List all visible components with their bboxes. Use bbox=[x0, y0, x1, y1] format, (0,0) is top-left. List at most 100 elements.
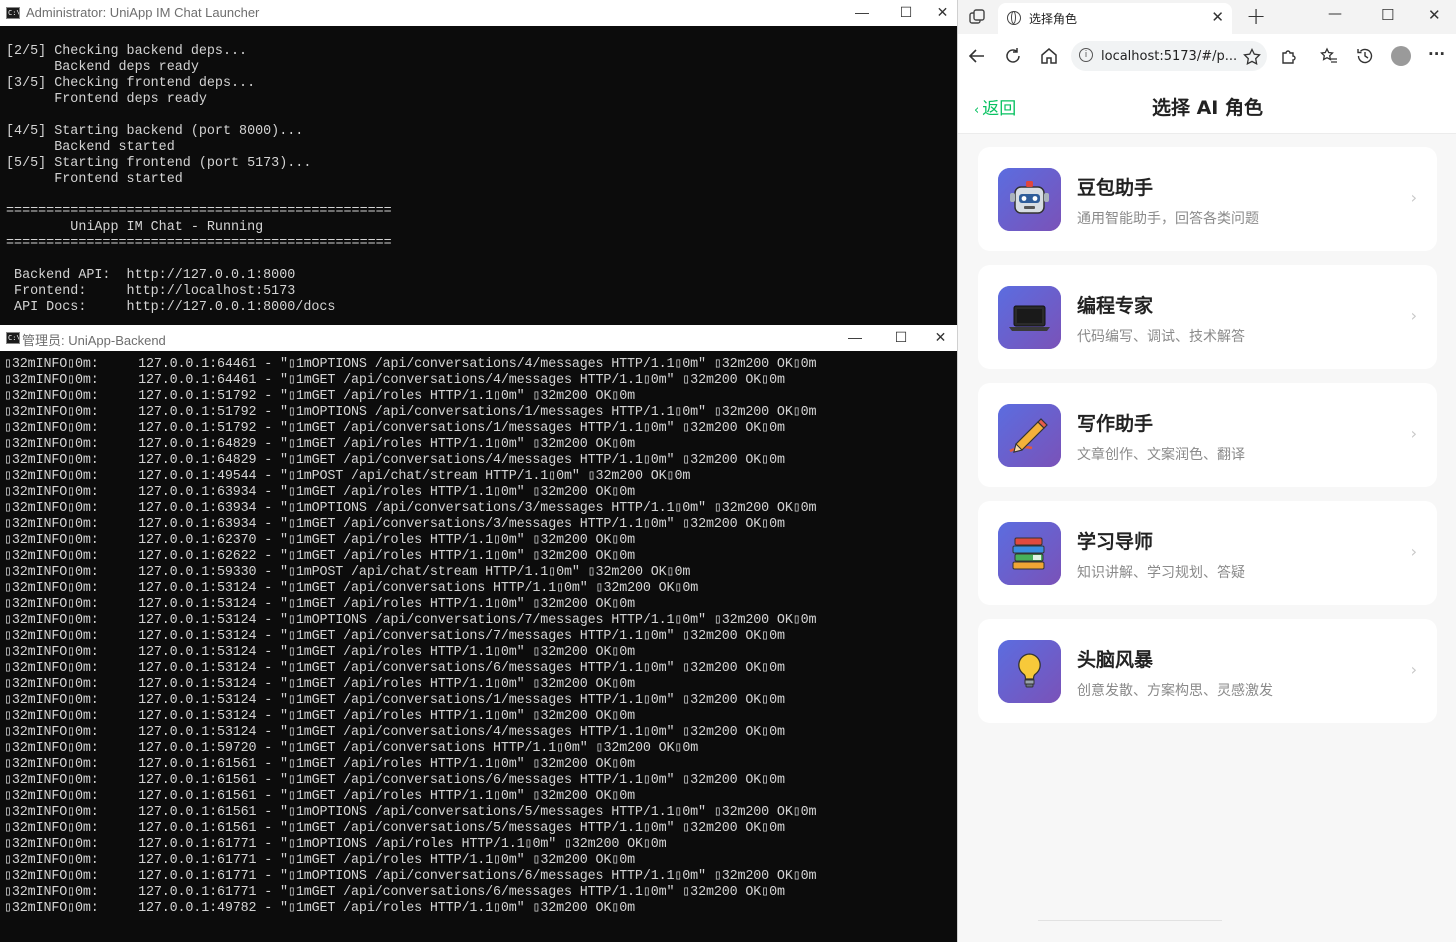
console-app-icon: C:\ bbox=[6, 7, 20, 19]
browser-window[interactable]: 选择角色 ✕ + — ☐ ✕ i localhost:5173/#/p... ·… bbox=[957, 0, 1456, 942]
console-line: ▯32mINFO▯0m: 127.0.0.1:53124 - "▯1mGET /… bbox=[4, 709, 636, 724]
role-desc: 通用智能助手，回答各类问题 bbox=[1077, 211, 1259, 227]
console-line: Backend deps ready bbox=[6, 60, 199, 75]
tab-title: 选择角色 bbox=[1029, 12, 1078, 26]
console-line: ▯32mINFO▯0m: 127.0.0.1:61561 - "▯1mGET /… bbox=[4, 821, 785, 836]
chevron-right-icon: › bbox=[1410, 660, 1417, 679]
role-card-tutor[interactable]: 学习导师 知识讲解、学习规划、答疑 › bbox=[978, 501, 1437, 605]
role-desc: 知识讲解、学习规划、答疑 bbox=[1077, 565, 1245, 581]
console-line: [5/5] Starting frontend (port 5173)... bbox=[6, 156, 312, 171]
console-line: [4/5] Starting backend (port 8000)... bbox=[6, 124, 304, 139]
console-line: ▯32mINFO▯0m: 127.0.0.1:53124 - "▯1mGET /… bbox=[4, 725, 785, 740]
tab-bar: 选择角色 ✕ + — ☐ ✕ bbox=[958, 0, 1456, 34]
role-name: 写作助手 bbox=[1077, 413, 1154, 435]
console-line: ▯32mINFO▯0m: 127.0.0.1:53124 - "▯1mGET /… bbox=[4, 629, 785, 644]
minimize-button[interactable]: — bbox=[1328, 6, 1342, 22]
launcher-output: [2/5] Checking backend deps... Backend d… bbox=[6, 44, 392, 316]
lightbulb-icon bbox=[998, 640, 1061, 703]
role-name: 学习导师 bbox=[1077, 531, 1154, 553]
back-icon[interactable] bbox=[968, 47, 986, 65]
refresh-icon[interactable] bbox=[1004, 47, 1022, 65]
tab-select-role[interactable]: 选择角色 ✕ bbox=[998, 3, 1232, 34]
console-line: ▯32mINFO▯0m: 127.0.0.1:64829 - "▯1mGET /… bbox=[4, 453, 785, 468]
console-line: Frontend started bbox=[6, 172, 183, 187]
launcher-title-bar[interactable]: C:\ Administrator: UniApp IM Chat Launch… bbox=[0, 0, 957, 26]
role-name: 豆包助手 bbox=[1077, 177, 1154, 199]
console-line: ▯32mINFO▯0m: 127.0.0.1:53124 - "▯1mGET /… bbox=[4, 645, 636, 660]
extensions-icon[interactable] bbox=[1280, 47, 1298, 65]
backend-console-window[interactable]: C:\ 管理员: UniApp-Backend — ☐ ✕ ▯32mINFO▯0… bbox=[0, 325, 957, 942]
console-line: Backend started bbox=[6, 140, 175, 155]
favorites-icon[interactable] bbox=[1320, 47, 1338, 65]
robot-icon bbox=[998, 168, 1061, 231]
launcher-console-window[interactable]: C:\ Administrator: UniApp IM Chat Launch… bbox=[0, 0, 957, 325]
console-line: ▯32mINFO▯0m: 127.0.0.1:51792 - "▯1mOPTIO… bbox=[4, 405, 817, 420]
role-name: 头脑风暴 bbox=[1077, 649, 1154, 671]
chevron-right-icon: › bbox=[1410, 424, 1417, 443]
launcher-window-title: Administrator: UniApp IM Chat Launcher bbox=[26, 5, 260, 20]
maximize-button[interactable]: ☐ bbox=[883, 0, 929, 26]
console-line: ========================================… bbox=[6, 236, 392, 251]
backend-window-title: 管理员: UniApp-Backend bbox=[22, 333, 166, 348]
console-line: ▯32mINFO▯0m: 127.0.0.1:62622 - "▯1mGET /… bbox=[4, 549, 636, 564]
profile-avatar[interactable] bbox=[1391, 46, 1411, 66]
role-card-brainstorm[interactable]: 头脑风暴 创意发散、方案构思、灵感激发 › bbox=[978, 619, 1437, 723]
home-icon[interactable] bbox=[1040, 47, 1058, 65]
new-tab-icon[interactable]: + bbox=[1246, 2, 1266, 30]
tab-actions-icon[interactable] bbox=[968, 8, 986, 26]
maximize-button[interactable]: ☐ bbox=[878, 325, 924, 351]
console-line: ▯32mINFO▯0m: 127.0.0.1:61771 - "▯1mOPTIO… bbox=[4, 837, 667, 852]
console-line: Frontend deps ready bbox=[6, 92, 207, 107]
favorite-star-icon[interactable] bbox=[1243, 48, 1261, 66]
home-indicator bbox=[1038, 920, 1222, 921]
console-app-icon: C:\ bbox=[6, 332, 20, 344]
console-line: ▯32mINFO▯0m: 127.0.0.1:51792 - "▯1mGET /… bbox=[4, 389, 636, 404]
console-line: ▯32mINFO▯0m: 127.0.0.1:61561 - "▯1mGET /… bbox=[4, 757, 636, 772]
info-icon[interactable]: i bbox=[1079, 48, 1093, 62]
role-name: 编程专家 bbox=[1077, 295, 1154, 317]
role-desc: 创意发散、方案构思、灵感激发 bbox=[1077, 683, 1273, 699]
console-line: UniApp IM Chat - Running bbox=[6, 220, 264, 235]
maximize-button[interactable]: ☐ bbox=[1381, 6, 1394, 24]
chevron-right-icon: › bbox=[1410, 542, 1417, 561]
console-line: [3/5] Checking frontend deps... bbox=[6, 76, 256, 91]
minimize-button[interactable]: — bbox=[832, 325, 878, 351]
pencil-icon bbox=[998, 404, 1061, 467]
close-button[interactable]: ✕ bbox=[928, 0, 957, 26]
backend-title-bar[interactable]: C:\ 管理员: UniApp-Backend — ☐ ✕ bbox=[0, 325, 957, 351]
console-line: ▯32mINFO▯0m: 127.0.0.1:63934 - "▯1mGET /… bbox=[4, 485, 636, 500]
console-line: Frontend: http://localhost:5173 bbox=[6, 284, 296, 299]
console-line: ▯32mINFO▯0m: 127.0.0.1:53124 - "▯1mGET /… bbox=[4, 661, 785, 676]
console-line: ▯32mINFO▯0m: 127.0.0.1:61771 - "▯1mGET /… bbox=[4, 853, 636, 868]
chevron-right-icon: › bbox=[1410, 188, 1417, 207]
console-line: ▯32mINFO▯0m: 127.0.0.1:61771 - "▯1mGET /… bbox=[4, 885, 785, 900]
address-bar[interactable]: i localhost:5173/#/p... bbox=[1071, 41, 1267, 71]
more-icon[interactable]: ··· bbox=[1428, 45, 1445, 63]
console-line: ▯32mINFO▯0m: 127.0.0.1:61561 - "▯1mGET /… bbox=[4, 789, 636, 804]
globe-icon bbox=[1007, 11, 1021, 25]
close-button[interactable]: ✕ bbox=[924, 325, 957, 351]
role-card-doubao[interactable]: 豆包助手 通用智能助手，回答各类问题 › bbox=[978, 147, 1437, 251]
console-line: ▯32mINFO▯0m: 127.0.0.1:53124 - "▯1mGET /… bbox=[4, 581, 699, 596]
console-line: ▯32mINFO▯0m: 127.0.0.1:53124 - "▯1mGET /… bbox=[4, 597, 636, 612]
console-line: ▯32mINFO▯0m: 127.0.0.1:59330 - "▯1mPOST … bbox=[4, 565, 691, 580]
browser-toolbar: i localhost:5173/#/p... ··· bbox=[958, 34, 1456, 79]
console-line: ▯32mINFO▯0m: 127.0.0.1:61771 - "▯1mOPTIO… bbox=[4, 869, 817, 884]
close-icon[interactable]: ✕ bbox=[1211, 8, 1224, 26]
console-line: [2/5] Checking backend deps... bbox=[6, 44, 248, 59]
app-header: ‹ 返回 选择 AI 角色 bbox=[958, 78, 1456, 134]
window-close-button[interactable]: ✕ bbox=[1428, 6, 1441, 24]
role-card-writing[interactable]: 写作助手 文章创作、文案润色、翻译 › bbox=[978, 383, 1437, 487]
role-desc: 文章创作、文案润色、翻译 bbox=[1077, 447, 1245, 463]
console-line: ▯32mINFO▯0m: 127.0.0.1:49544 - "▯1mPOST … bbox=[4, 469, 691, 484]
history-icon[interactable] bbox=[1356, 47, 1374, 65]
console-line: ▯32mINFO▯0m: 127.0.0.1:59720 - "▯1mGET /… bbox=[4, 741, 699, 756]
console-line: ▯32mINFO▯0m: 127.0.0.1:53124 - "▯1mGET /… bbox=[4, 693, 785, 708]
console-line: ▯32mINFO▯0m: 127.0.0.1:61561 - "▯1mGET /… bbox=[4, 773, 785, 788]
minimize-button[interactable]: — bbox=[839, 0, 885, 26]
role-card-coding[interactable]: 编程专家 代码编写、调试、技术解答 › bbox=[978, 265, 1437, 369]
books-icon bbox=[998, 522, 1061, 585]
console-line: ========================================… bbox=[6, 204, 392, 219]
